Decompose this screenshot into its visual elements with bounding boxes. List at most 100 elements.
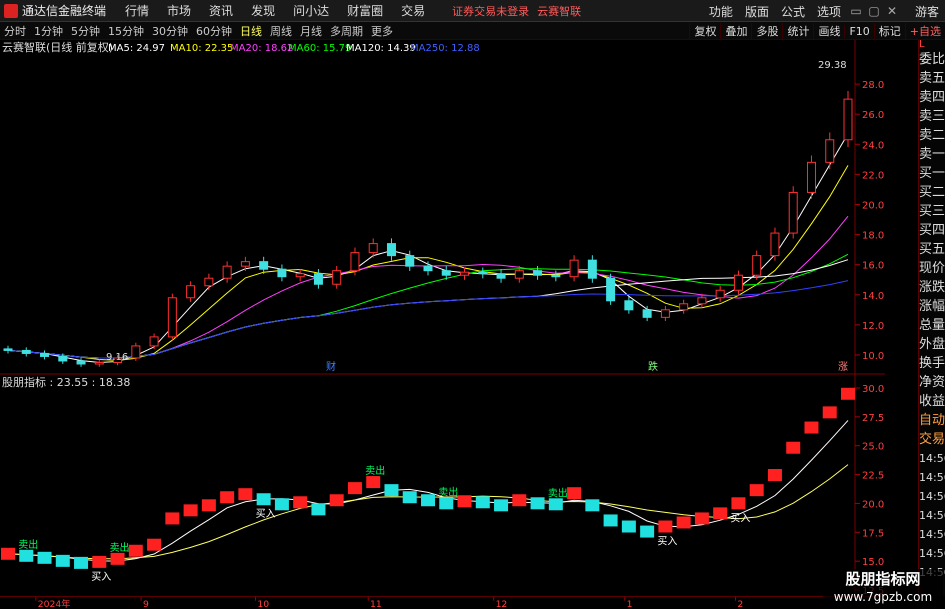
auto-trade-label[interactable]: 交易 bbox=[919, 430, 945, 449]
minimize-icon[interactable]: ▭ bbox=[847, 4, 865, 18]
x-tick-label: 12 bbox=[496, 599, 508, 609]
marker-fall: 跌 bbox=[648, 360, 658, 373]
period-multi[interactable]: 多周期 bbox=[326, 23, 367, 39]
indicator-bar bbox=[786, 441, 801, 454]
quote-side-panel: L 委比 卖五 卖四 卖三 卖二 卖一 买一 买二 买三 买四 买五 现价 涨跌… bbox=[918, 40, 945, 596]
candle-body bbox=[715, 289, 725, 299]
low-price-label: 9.16 bbox=[106, 352, 128, 363]
menu-item-ask[interactable]: 问小达 bbox=[284, 2, 338, 19]
candle-body bbox=[58, 355, 68, 362]
period-1min[interactable]: 1分钟 bbox=[30, 23, 67, 39]
ind-tick-label: 27.50 bbox=[862, 413, 885, 424]
indicator-bar bbox=[439, 497, 454, 510]
watermark-url: www.7gpzb.com bbox=[833, 590, 933, 604]
ma5-label: MA5: 24.97 bbox=[108, 43, 165, 54]
candle-body bbox=[295, 273, 305, 278]
ma120-label: MA120: 14.39 bbox=[346, 43, 416, 54]
candle-body bbox=[825, 139, 835, 163]
y-tick-label: 22.00 bbox=[862, 170, 885, 181]
quote-label-price: 现价 bbox=[919, 261, 945, 276]
indicator-bar bbox=[128, 544, 143, 557]
ma60-label: MA60: 15.79 bbox=[288, 43, 351, 54]
indicator-bar bbox=[585, 499, 600, 512]
quote-label-bid1: 买一 bbox=[919, 166, 945, 181]
quote-label-turnover: 换手 bbox=[919, 356, 945, 371]
title-bar: 通达信金融终端 行情 市场 资讯 发现 问小达 财富圈 交易 证券交易未登录 云… bbox=[0, 0, 945, 22]
menu-item-market[interactable]: 市场 bbox=[158, 2, 200, 19]
quote-label-ask1: 卖一 bbox=[919, 147, 945, 162]
period-60min[interactable]: 60分钟 bbox=[192, 23, 236, 39]
period-weekly[interactable]: 周线 bbox=[266, 23, 296, 39]
candle-body bbox=[843, 98, 853, 141]
tool-f10[interactable]: F10 bbox=[844, 24, 873, 38]
menu-item-news[interactable]: 资讯 bbox=[200, 2, 242, 19]
period-toolbar: 分时 1分钟 5分钟 15分钟 30分钟 60分钟 日线 周线 月线 多周期 更… bbox=[0, 22, 945, 40]
menu-function[interactable]: 功能 bbox=[703, 3, 739, 20]
quote-label-ask2: 卖二 bbox=[919, 128, 945, 143]
indicator-bar bbox=[731, 497, 746, 510]
x-tick-label: 10 bbox=[257, 599, 269, 609]
marker-rise: 涨 bbox=[838, 361, 848, 373]
x-axis: 2024年 9 10 11 12 1 2 bbox=[0, 596, 885, 609]
menu-formula[interactable]: 公式 bbox=[775, 3, 811, 20]
candle-body bbox=[94, 361, 104, 365]
period-30min[interactable]: 30分钟 bbox=[148, 23, 192, 39]
x-tick-label: 9 bbox=[143, 599, 149, 609]
period-more[interactable]: 更多 bbox=[367, 23, 397, 39]
y-tick-label: 14.00 bbox=[862, 291, 885, 302]
tool-adjust[interactable]: 复权 bbox=[689, 23, 720, 39]
auto-trade-button[interactable]: 自动 bbox=[919, 411, 945, 430]
signal-label: 买入 bbox=[256, 508, 276, 520]
indicator-bar bbox=[238, 488, 253, 501]
candle-body bbox=[259, 261, 269, 270]
tool-draw[interactable]: 画线 bbox=[813, 23, 844, 39]
menu-layout[interactable]: 版面 bbox=[739, 3, 775, 20]
candle-body bbox=[660, 309, 670, 318]
candle-body bbox=[386, 243, 396, 257]
trade-time-1: 14:56 bbox=[919, 452, 945, 465]
candle-body bbox=[551, 274, 561, 278]
period-monthly[interactable]: 月线 bbox=[296, 23, 326, 39]
indicator-bar bbox=[457, 495, 472, 508]
restore-icon[interactable]: ▢ bbox=[865, 4, 883, 18]
indicator-bar bbox=[694, 512, 709, 525]
indicator-bar bbox=[749, 484, 764, 497]
indicator-bar bbox=[676, 516, 691, 529]
guest-label[interactable]: 游客 bbox=[909, 3, 945, 20]
login-notice[interactable]: 证券交易未登录 bbox=[452, 3, 529, 19]
candle-body bbox=[222, 265, 232, 279]
y-tick-label: 18.00 bbox=[862, 231, 885, 242]
candle-body bbox=[697, 297, 707, 305]
ind-tick-label: 15.00 bbox=[862, 557, 885, 568]
y-tick-label: 20.00 bbox=[862, 200, 885, 211]
menu-item-wealth[interactable]: 财富圈 bbox=[338, 2, 392, 19]
quote-label-volume: 总量 bbox=[919, 318, 945, 333]
indicator-bar bbox=[311, 503, 326, 516]
candle-body bbox=[131, 345, 141, 359]
indicator-bar bbox=[494, 499, 509, 512]
close-icon[interactable]: ✕ bbox=[883, 4, 901, 18]
tool-add-watchlist[interactable]: +自选 bbox=[904, 23, 945, 39]
tool-multi-stock[interactable]: 多股 bbox=[751, 23, 782, 39]
period-daily[interactable]: 日线 bbox=[236, 23, 266, 39]
ma10-label: MA10: 22.35 bbox=[170, 43, 233, 54]
period-tick[interactable]: 分时 bbox=[0, 23, 30, 39]
menu-item-quotes[interactable]: 行情 bbox=[116, 2, 158, 19]
indicator-bar bbox=[621, 520, 636, 533]
menu-options[interactable]: 选项 bbox=[811, 3, 847, 20]
tool-mark[interactable]: 标记 bbox=[873, 23, 905, 39]
indicator-bar bbox=[37, 551, 52, 564]
quote-label-bid3: 买三 bbox=[919, 204, 945, 219]
candle-body bbox=[149, 336, 159, 347]
indicator-bar bbox=[110, 552, 125, 565]
period-15min[interactable]: 15分钟 bbox=[104, 23, 148, 39]
tool-stats[interactable]: 统计 bbox=[782, 23, 813, 39]
main-panel-title: 云赛智联(日线 前复权) bbox=[2, 40, 113, 54]
menu-item-discover[interactable]: 发现 bbox=[242, 2, 284, 19]
indicator-bar bbox=[658, 520, 673, 533]
tool-overlay[interactable]: 叠加 bbox=[720, 23, 751, 39]
period-5min[interactable]: 5分钟 bbox=[67, 23, 104, 39]
menu-item-trade[interactable]: 交易 bbox=[392, 2, 434, 19]
app-logo-icon bbox=[4, 3, 18, 18]
kline-chart[interactable]: 云赛智联(日线 前复权) MA5: 24.97 MA10: 22.35 MA20… bbox=[0, 40, 885, 596]
